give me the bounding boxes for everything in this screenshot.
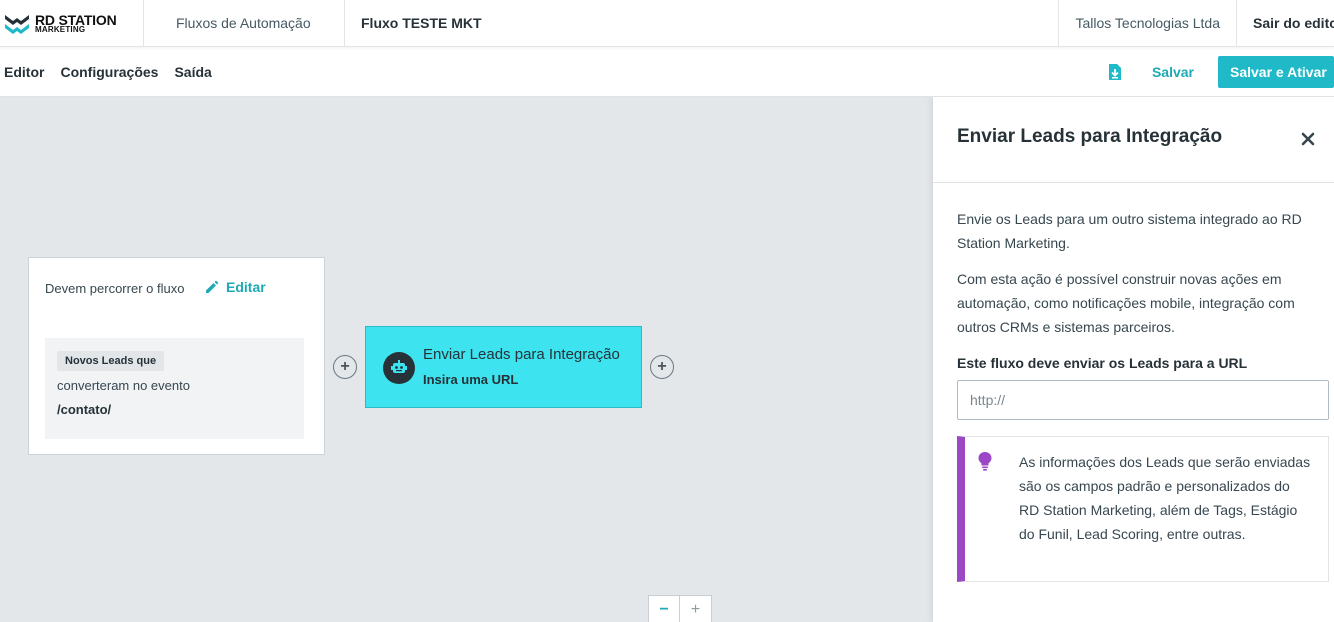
- action-subtitle: Insira uma URL: [423, 372, 519, 387]
- trigger-condition: Novos Leads que converteram no evento /c…: [45, 338, 304, 439]
- save-button[interactable]: Salvar: [1152, 64, 1194, 80]
- panel-description-1: Envie os Leads para um outro sistema int…: [957, 211, 1302, 251]
- breadcrumb-automation-flows[interactable]: Fluxos de Automação: [144, 0, 345, 46]
- robot-icon: [383, 352, 415, 384]
- add-step-before-icon[interactable]: +: [333, 355, 357, 379]
- action-title: Enviar Leads para Integração: [423, 346, 620, 363]
- flow-canvas[interactable]: Devem percorrer o fluxo Editar Novos Lea…: [0, 97, 933, 622]
- url-input[interactable]: [957, 380, 1329, 420]
- tab-editor[interactable]: Editor: [4, 64, 44, 80]
- rd-logo[interactable]: RD STATION MARKETING: [0, 0, 144, 46]
- trigger-event: /contato/: [57, 402, 112, 417]
- top-bar: RD STATION MARKETING Fluxos de Automação…: [0, 0, 1334, 47]
- breadcrumb-current-flow: Fluxo TESTE MKT: [361, 15, 482, 31]
- rd-logo-icon: [5, 15, 29, 34]
- save-and-activate-button[interactable]: Salvar e Ativar: [1218, 55, 1334, 88]
- exit-editor-button[interactable]: Sair do editor: [1237, 0, 1334, 46]
- panel-header: Enviar Leads para Integração: [933, 97, 1334, 183]
- tab-configuracoes[interactable]: Configurações: [60, 64, 158, 80]
- zoom-controls: − +: [648, 595, 712, 622]
- edit-trigger-button[interactable]: Editar: [205, 279, 266, 295]
- panel-title: Enviar Leads para Integração: [957, 126, 1223, 147]
- trigger-card[interactable]: Devem percorrer o fluxo Editar Novos Lea…: [28, 257, 325, 455]
- editor-toolbar: Editor Configurações Saída Salvar Salvar…: [0, 47, 1334, 97]
- info-tip-text: As informações dos Leads que serão envia…: [1019, 454, 1311, 542]
- pencil-icon: [206, 280, 219, 293]
- action-settings-panel: Enviar Leads para Integração Envie os Le…: [933, 97, 1334, 622]
- add-step-after-icon[interactable]: +: [650, 355, 674, 379]
- lightbulb-icon: [978, 452, 992, 471]
- action-card[interactable]: Enviar Leads para Integração Insira uma …: [365, 326, 642, 408]
- zoom-in-button[interactable]: +: [680, 595, 712, 622]
- trigger-title: Devem percorrer o fluxo: [45, 281, 185, 296]
- edit-trigger-label: Editar: [226, 279, 266, 295]
- company-selector[interactable]: Tallos Tecnologias Ltda: [1058, 0, 1237, 46]
- close-icon[interactable]: [1300, 131, 1316, 147]
- url-field-label: Este fluxo deve enviar os Leads para a U…: [957, 355, 1248, 371]
- zoom-out-button[interactable]: −: [648, 595, 680, 622]
- panel-description-2: Com esta ação é possível construir novas…: [957, 271, 1295, 335]
- tab-saida[interactable]: Saída: [174, 64, 211, 80]
- trigger-description: converteram no evento: [57, 378, 190, 393]
- trigger-tag: Novos Leads que: [57, 351, 165, 371]
- info-tip: As informações dos Leads que serão envia…: [957, 436, 1329, 582]
- download-icon[interactable]: [1108, 63, 1122, 80]
